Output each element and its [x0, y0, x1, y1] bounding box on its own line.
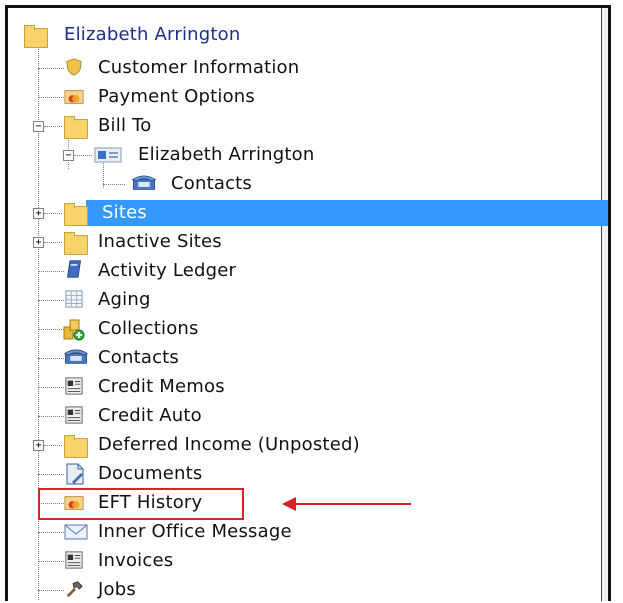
customer-tree: Elizabeth Arrington Customer Information…: [8, 8, 608, 601]
tree-connector: [44, 213, 62, 214]
memo-icon: [65, 551, 83, 569]
annotation-arrow: [295, 503, 411, 505]
tree-connector: [38, 271, 64, 272]
tree-item-label: Inactive Sites: [98, 231, 222, 252]
tree-connector: [38, 532, 64, 533]
tree-item-collections[interactable]: Collections: [8, 316, 608, 342]
tree-item-label: Credit Auto: [98, 405, 202, 426]
tree-item-customer-information[interactable]: Customer Information: [8, 55, 608, 81]
tree-item-sites[interactable]: + Sites: [8, 200, 608, 226]
tree-connector: [38, 474, 64, 475]
tree-connector: [44, 126, 62, 127]
tree-item-label: Collections: [98, 318, 199, 339]
tree-connector: [38, 590, 64, 591]
memo-icon: [65, 406, 83, 424]
tree-root-label: Elizabeth Arrington: [64, 24, 241, 45]
tree-item-label: Elizabeth Arrington: [138, 144, 315, 165]
expand-toggle[interactable]: +: [33, 237, 44, 248]
folder-icon: [64, 203, 88, 226]
tree-item-label: Credit Memos: [98, 376, 225, 397]
selection-highlight: [86, 200, 608, 226]
folder-icon: [64, 116, 88, 139]
annotation-arrow-head: [282, 497, 296, 511]
tree-connector: [38, 68, 64, 69]
tree-item-contacts[interactable]: Contacts: [8, 345, 608, 371]
tree-connector: [44, 445, 62, 446]
tree-item-bill-to[interactable]: − Bill To: [8, 113, 608, 139]
tree-item-label: Invoices: [98, 550, 174, 571]
document-icon: [66, 463, 84, 485]
folder-icon: [64, 435, 88, 458]
tree-item-credit-memos[interactable]: Credit Memos: [8, 374, 608, 400]
tree-item-label: Jobs: [98, 579, 136, 600]
tree-item-documents[interactable]: Documents: [8, 461, 608, 487]
tree-panel: Elizabeth Arrington Customer Information…: [5, 5, 611, 601]
hammer-icon: [66, 581, 83, 598]
tree-item-invoices[interactable]: Invoices: [8, 548, 608, 574]
tree-connector: [38, 561, 64, 562]
collections-icon: [63, 319, 85, 341]
tree-connector: [38, 416, 64, 417]
tree-item-aging[interactable]: Aging: [8, 287, 608, 313]
tree-connector: [38, 329, 64, 330]
collapse-toggle[interactable]: −: [33, 121, 44, 132]
tree-item-label: Customer Information: [98, 57, 300, 78]
memo-icon: [65, 377, 83, 395]
tree-item-activity-ledger[interactable]: Activity Ledger: [8, 258, 608, 284]
tree-connector: [38, 97, 64, 98]
collapse-toggle[interactable]: −: [63, 150, 74, 161]
expand-toggle[interactable]: +: [33, 208, 44, 219]
tree-item-label: Documents: [98, 463, 203, 484]
payment-icon: [64, 90, 84, 104]
tree-item-label: Bill To: [98, 115, 152, 136]
tree-connector: [74, 155, 92, 156]
annotation-highlight-box: [38, 488, 244, 520]
tree-item-label: Payment Options: [98, 86, 255, 107]
tree-item-bill-to-contacts[interactable]: Contacts: [8, 171, 608, 197]
envelope-icon: [64, 524, 88, 540]
tree-item-payment-options[interactable]: Payment Options: [8, 84, 608, 110]
tree-connector: [103, 184, 125, 185]
tree-item-label: Deferred Income (Unposted): [98, 434, 360, 455]
tree-item-deferred-income[interactable]: + Deferred Income (Unposted): [8, 432, 608, 458]
tree-connector: [38, 358, 64, 359]
table-icon: [65, 290, 83, 308]
tree-item-label: Activity Ledger: [98, 260, 237, 281]
expand-toggle[interactable]: +: [33, 440, 44, 451]
phone-icon: [63, 349, 89, 364]
tree-item-bill-to-contact[interactable]: − Elizabeth Arrington: [8, 142, 608, 168]
tree-root[interactable]: Elizabeth Arrington: [8, 22, 608, 48]
tree-item-jobs[interactable]: Jobs: [8, 577, 608, 601]
tree-item-label: Aging: [98, 289, 151, 310]
tree-item-label: Sites: [102, 202, 147, 223]
phone-icon: [131, 175, 157, 190]
folder-icon: [24, 25, 48, 48]
tree-item-label: Contacts: [171, 173, 253, 194]
address-card-icon: [94, 147, 122, 163]
shield-icon: [66, 58, 82, 76]
tree-item-inner-office-message[interactable]: Inner Office Message: [8, 519, 608, 545]
tree-connector: [44, 242, 62, 243]
tree-connector: [38, 387, 64, 388]
folder-icon: [64, 232, 88, 255]
tree-item-label: Inner Office Message: [98, 521, 292, 542]
tree-connector: [38, 300, 64, 301]
tree-item-label: Contacts: [98, 347, 180, 368]
tree-item-inactive-sites[interactable]: + Inactive Sites: [8, 229, 608, 255]
ledger-icon: [66, 260, 82, 278]
tree-item-credit-auto[interactable]: Credit Auto: [8, 403, 608, 429]
